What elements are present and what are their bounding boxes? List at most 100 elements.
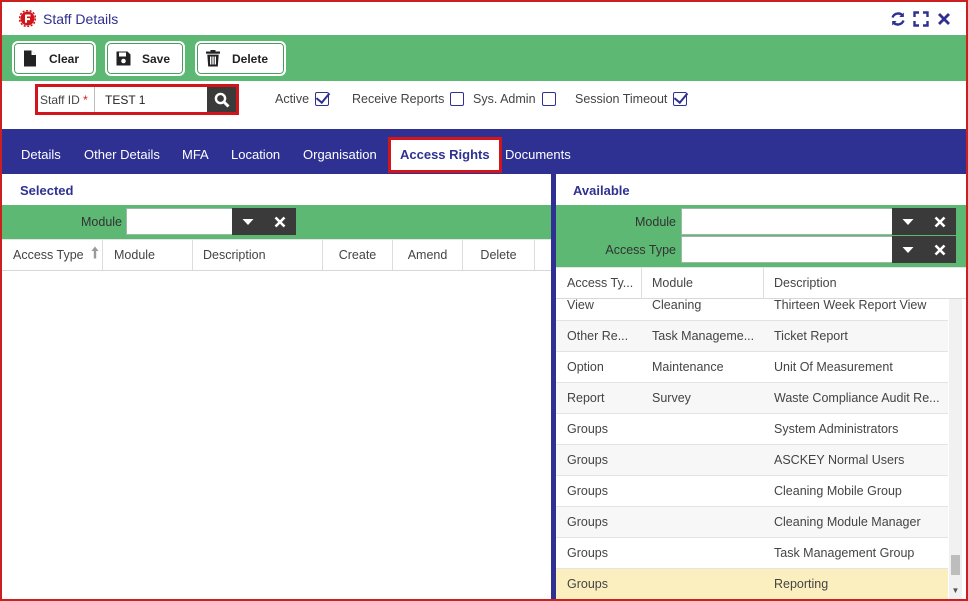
available-col-module[interactable]: Module [642, 268, 764, 299]
cell-description: Ticket Report [774, 329, 848, 343]
available-grid-header: Access Ty... Module Description [556, 267, 966, 299]
chevron-down-icon[interactable] [892, 236, 924, 263]
delete-button[interactable]: Delete [195, 41, 286, 76]
available-grid-scrollbar[interactable]: ▼ [949, 299, 962, 599]
cell-description: Unit Of Measurement [774, 360, 893, 374]
trash-icon [206, 50, 222, 67]
active-label: Active [275, 92, 310, 106]
cell-module [642, 569, 764, 599]
clear-button-label: Clear [49, 51, 80, 66]
session-timeout-checkbox[interactable] [673, 92, 688, 106]
available-filter-bar: Module Access Type [556, 205, 966, 267]
selected-module-filter-bar: Module [2, 205, 551, 239]
available-col-description[interactable]: Description [764, 268, 962, 299]
table-row[interactable]: Groups Cleaning Module Manager [556, 507, 948, 538]
sys-admin-checkbox[interactable] [541, 92, 556, 106]
table-row[interactable]: Groups Cleaning Mobile Group [556, 476, 948, 507]
cell-module [642, 414, 764, 444]
selected-module-combo-buttons [232, 208, 296, 235]
cell-description: Cleaning Module Manager [774, 515, 921, 529]
selected-col-amend[interactable]: Amend [393, 240, 463, 271]
available-access-type-combo-buttons [892, 236, 956, 263]
delete-button-label: Delete [232, 51, 269, 66]
tab-details[interactable]: Details [21, 129, 61, 174]
available-access-type-combo[interactable] [681, 236, 893, 263]
chevron-down-icon[interactable] [232, 208, 264, 235]
cell-access-type: View [567, 299, 594, 312]
table-row[interactable]: Groups System Administrators [556, 414, 948, 445]
clear-x-icon[interactable] [924, 208, 956, 235]
tab-mfa[interactable]: MFA [182, 129, 209, 174]
table-row[interactable]: Other Re... Task Manageme... Ticket Report [556, 321, 948, 352]
title-bar: Staff Details [2, 2, 966, 35]
save-button[interactable]: Save [105, 41, 185, 76]
cell-module [642, 507, 764, 537]
selected-module-combo[interactable] [126, 208, 233, 235]
staff-id-label-text: Staff ID [40, 93, 80, 107]
active-checkbox-group[interactable]: Active [275, 92, 330, 106]
window-title: Staff Details [43, 11, 119, 27]
staff-id-field-group: Staff ID * [35, 84, 239, 115]
selected-grid-body[interactable] [2, 272, 551, 599]
close-icon[interactable] [935, 10, 952, 27]
table-row[interactable]: Groups Task Management Group [556, 538, 948, 569]
window-actions [889, 10, 952, 27]
cell-access-type: Groups [567, 484, 608, 498]
tab-documents[interactable]: Documents [505, 129, 571, 174]
table-row[interactable]: View Cleaning Thirteen Week Report View [556, 299, 948, 321]
selected-col-delete[interactable]: Delete [463, 240, 535, 271]
cell-access-type: Groups [567, 515, 608, 529]
chevron-down-icon[interactable] [892, 208, 924, 235]
cell-module: Task Manageme... [652, 329, 755, 343]
selected-col-create[interactable]: Create [323, 240, 393, 271]
cell-description: Reporting [774, 577, 829, 591]
tab-other-details[interactable]: Other Details [84, 129, 160, 174]
active-checkbox[interactable] [315, 92, 330, 106]
available-module-combo[interactable] [681, 208, 893, 235]
receive-reports-label: Receive Reports [352, 92, 445, 106]
tab-location[interactable]: Location [231, 129, 280, 174]
available-col-access-type[interactable]: Access Ty... [556, 268, 642, 299]
table-row[interactable]: Report Survey Waste Compliance Audit Re... [556, 383, 948, 414]
scrollbar-thumb[interactable] [951, 555, 960, 575]
session-timeout-checkbox-group[interactable]: Session Timeout [575, 92, 688, 106]
cell-access-type: Other Re... [567, 329, 629, 343]
receive-reports-checkbox-group[interactable]: Receive Reports [352, 92, 465, 106]
cell-access-type: Option [567, 360, 604, 374]
selected-panel: Selected Module Access Type Module Descr… [2, 174, 551, 599]
cell-description: Task Management Group [774, 546, 915, 560]
maximize-icon[interactable] [912, 10, 929, 27]
clear-button[interactable]: Clear [12, 41, 96, 76]
tab-bar: Details Other Details MFA Location Organ… [2, 129, 966, 174]
clear-x-icon[interactable] [264, 208, 296, 235]
selected-col-access-type[interactable]: Access Type [2, 240, 103, 271]
toolbar: Clear Save Delete [2, 35, 966, 81]
available-panel-title: Available [573, 183, 630, 198]
tab-organisation[interactable]: Organisation [303, 129, 377, 174]
app-logo-icon [18, 9, 37, 28]
cell-module [642, 476, 764, 506]
sys-admin-checkbox-group[interactable]: Sys. Admin [473, 92, 556, 106]
available-module-combo-buttons [892, 208, 956, 235]
refresh-icon[interactable] [889, 10, 906, 27]
available-grid-body[interactable]: View Cleaning Thirteen Week Report View Oth… [556, 299, 948, 599]
cell-module [642, 538, 764, 568]
selected-col-description[interactable]: Description [193, 240, 323, 271]
receive-reports-checkbox[interactable] [450, 92, 465, 106]
available-panel: Available Module Access Type Access Ty..… [556, 174, 966, 599]
search-icon[interactable] [207, 87, 236, 112]
tab-access-rights[interactable]: Access Rights [388, 137, 502, 173]
new-document-icon [23, 50, 39, 67]
cell-access-type: Groups [567, 453, 608, 467]
clear-x-icon[interactable] [924, 236, 956, 263]
cell-access-type: Groups [567, 546, 608, 560]
staff-id-input[interactable] [94, 87, 207, 112]
table-row[interactable]: Groups ASCKEY Normal Users [556, 445, 948, 476]
cell-access-type: Report [567, 391, 605, 405]
selected-col-access-type-label: Access Type [13, 248, 84, 262]
scroll-down-arrow-icon[interactable]: ▼ [949, 585, 962, 597]
table-row[interactable]: Groups Reporting [556, 569, 948, 599]
cell-description: System Administrators [774, 422, 899, 436]
selected-col-module[interactable]: Module [103, 240, 193, 271]
table-row[interactable]: Option Maintenance Unit Of Measurement [556, 352, 948, 383]
